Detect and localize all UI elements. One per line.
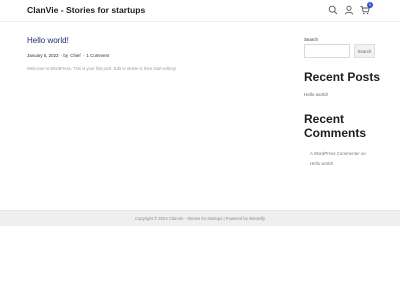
recent-comment-post-link[interactable]: Hello world!	[310, 161, 333, 166]
recent-post-link[interactable]: Hello world!	[304, 92, 328, 97]
post-date[interactable]: January 5, 2023	[27, 53, 59, 58]
post-author-prefix: · by	[60, 53, 69, 58]
search-label: Search	[304, 37, 318, 42]
site-title[interactable]: ClanVie - Stories for startups	[27, 5, 145, 15]
post-title-link[interactable]: Hello world!	[27, 36, 69, 45]
recent-comment-author-link[interactable]: A WordPress Commenter on	[310, 151, 366, 156]
search-input[interactable]	[304, 44, 350, 58]
post-comments-prefix: ·	[82, 53, 85, 58]
post-meta: January 5, 2023 · by Chief · 1 Comment	[27, 53, 110, 58]
site-footer: Copyright © 2024 ClanVie - Stories for s…	[0, 210, 400, 226]
user-icon[interactable]	[344, 5, 354, 15]
recent-posts-title: Recent Posts	[304, 70, 381, 84]
recent-comments-title: Recent Comments	[304, 112, 367, 140]
post-author[interactable]: Chief	[70, 53, 80, 58]
sidebar-search-widget: Search Search	[304, 37, 376, 58]
site-header: ClanVie - Stories for startups 0	[0, 0, 400, 22]
footer-copyright: Copyright © 2024 ClanVie - Stories for s…	[135, 216, 265, 221]
header-icons: 0	[328, 2, 373, 15]
cart-icon[interactable]: 0	[360, 2, 373, 15]
cart-count-badge: 0	[367, 2, 373, 8]
post-excerpt: Welcome to WordPress. This is your first…	[27, 66, 176, 71]
search-form: Search	[304, 44, 376, 58]
search-icon[interactable]	[328, 5, 338, 15]
post-comments-link[interactable]: 1 Comment	[86, 53, 109, 58]
search-button[interactable]: Search	[354, 44, 375, 58]
